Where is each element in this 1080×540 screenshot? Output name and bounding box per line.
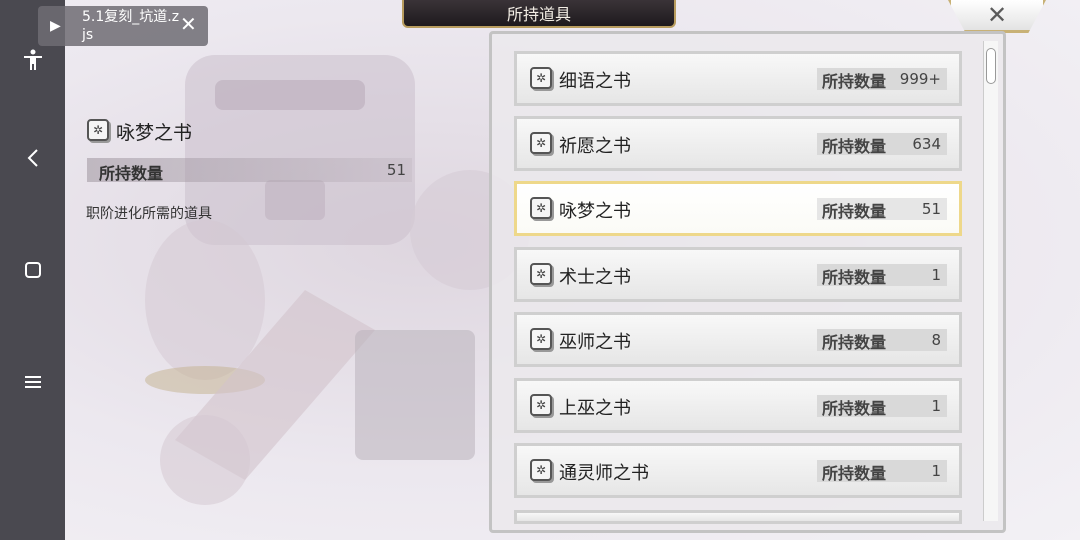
back-chevron-icon[interactable] (0, 138, 65, 178)
item-quantity-label: 所持数量 (822, 202, 887, 221)
list-item[interactable]: ✲ 细语之书 所持数量 999+ (514, 51, 962, 106)
home-square-glyph (24, 262, 41, 278)
item-name: 祈愿之书 (559, 136, 631, 157)
item-quantity: 所持数量 999+ (817, 68, 947, 91)
system-navbar (0, 0, 65, 540)
close-x-icon: ✕ (986, 1, 1008, 29)
item-name: 上巫之书 (559, 398, 631, 419)
item-quantity-label: 所持数量 (822, 333, 887, 352)
play-icon[interactable]: ▶ (50, 18, 61, 34)
item-quantity-label: 所持数量 (822, 464, 887, 483)
item-quantity-label: 所持数量 (822, 137, 887, 156)
back-chevron-glyph (27, 149, 38, 167)
accessibility-icon[interactable] (0, 40, 65, 80)
list-item-selected[interactable]: ✲ 咏梦之书 所持数量 51 (514, 181, 962, 236)
item-name: 术士之书 (559, 267, 631, 288)
list-item[interactable]: ✲ 术士之书 所持数量 1 (514, 247, 962, 302)
detail-description: 职阶进化所需的道具 (86, 206, 212, 222)
scrollbar-thumb[interactable] (986, 48, 996, 84)
file-toast: ▶ 5.1复刻_坑道.zjs ✕ (38, 6, 208, 46)
detail-quantity-value: 51 (386, 161, 406, 179)
item-quantity: 所持数量 1 (817, 460, 947, 483)
item-quantity-value: 51 (921, 200, 941, 218)
detail-item-name: 咏梦之书 (116, 122, 193, 144)
item-quantity: 所持数量 634 (817, 133, 947, 156)
book-icon: ✲ (530, 263, 552, 285)
list-item[interactable]: ✲ 祈愿之书 所持数量 634 (514, 116, 962, 171)
item-quantity-value: 8 (931, 331, 941, 349)
menu-icon[interactable] (0, 362, 65, 402)
book-icon: ✲ (87, 119, 109, 141)
list-item[interactable]: ✲ 上巫之书 所持数量 1 (514, 378, 962, 433)
item-quantity-value: 634 (912, 135, 941, 153)
close-icon[interactable]: ✕ (180, 12, 197, 36)
item-name: 咏梦之书 (559, 201, 631, 222)
book-icon: ✲ (530, 328, 552, 350)
toast-filename: 5.1复刻_坑道.zjs (82, 9, 180, 43)
book-icon: ✲ (530, 459, 552, 481)
page-title: 所持道具 (402, 0, 676, 28)
book-icon: ✲ (530, 394, 552, 416)
item-quantity-label: 所持数量 (822, 268, 887, 287)
item-name: 细语之书 (559, 71, 631, 92)
item-name: 通灵师之书 (559, 463, 649, 484)
item-quantity-value: 1 (931, 397, 941, 415)
home-square-icon[interactable] (0, 250, 65, 290)
accessibility-icon-glyph (23, 49, 42, 70)
list-item[interactable]: ✲ 巫师之书 所持数量 8 (514, 312, 962, 367)
book-icon: ✲ (530, 132, 552, 154)
item-quantity: 所持数量 51 (817, 198, 947, 221)
detail-quantity-bar: 所持数量 51 (87, 158, 412, 183)
item-quantity-label: 所持数量 (822, 399, 887, 418)
item-quantity-label: 所持数量 (822, 72, 887, 91)
list-item[interactable]: ✲ 通灵师之书 所持数量 1 (514, 443, 962, 498)
item-quantity-value: 1 (931, 266, 941, 284)
item-quantity-value: 999+ (899, 70, 941, 88)
detail-quantity-label: 所持数量 (99, 164, 164, 183)
item-quantity: 所持数量 1 (817, 395, 947, 418)
scrollbar[interactable] (983, 41, 998, 521)
item-quantity-value: 1 (931, 462, 941, 480)
item-quantity: 所持数量 1 (817, 264, 947, 287)
book-icon: ✲ (530, 67, 552, 89)
list-item-partial[interactable] (514, 510, 962, 524)
book-icon: ✲ (530, 197, 552, 219)
menu-glyph (24, 376, 41, 388)
item-quantity: 所持数量 8 (817, 329, 947, 352)
item-name: 巫师之书 (559, 332, 631, 353)
